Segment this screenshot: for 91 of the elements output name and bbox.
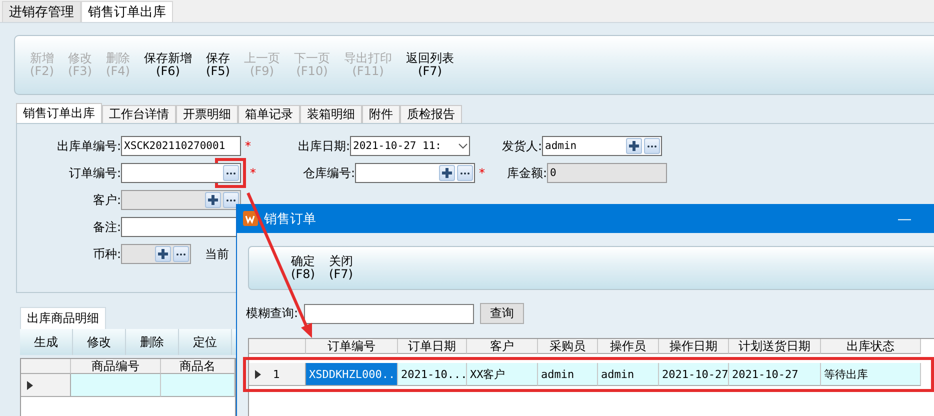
plus-icon <box>628 140 640 152</box>
ellipsis-icon <box>176 252 186 256</box>
search-field[interactable] <box>304 304 474 324</box>
ellipsis-icon <box>460 172 470 174</box>
readonly-field[interactable] <box>121 244 191 264</box>
toolbar-button[interactable]: 关闭 (F7) <box>329 255 367 281</box>
field-value: XSCK202110270001 <box>124 140 226 152</box>
add-button[interactable] <box>626 138 642 154</box>
column-header[interactable]: 订单编号 <box>306 339 398 354</box>
field-value: 0 <box>550 167 556 179</box>
ellipsis-button[interactable] <box>644 138 660 154</box>
detail-button[interactable]: 修改 <box>73 329 126 355</box>
field-label: 出库日期: <box>296 138 350 154</box>
column-header[interactable]: 操作日期 <box>659 339 729 354</box>
app-tab[interactable]: 销售订单出库 <box>81 1 173 22</box>
table-cell[interactable]: 2021-10-27 <box>659 363 729 386</box>
form-tab[interactable]: 工作台详情 <box>102 105 176 123</box>
input-field[interactable] <box>121 163 241 183</box>
table-cell[interactable]: admin <box>598 363 659 386</box>
input-field[interactable]: admin <box>542 136 662 156</box>
detail-tab[interactable]: 出库商品明细 <box>20 307 106 329</box>
detail-button[interactable]: 生成 <box>20 329 73 355</box>
plus-icon <box>441 167 453 179</box>
form-tab[interactable]: 质检报告 <box>400 105 462 123</box>
app-logo-icon <box>243 211 258 226</box>
search-label: 模糊查询: <box>246 305 298 322</box>
current-row-icon <box>27 380 33 390</box>
column-header[interactable]: 商品编号 <box>71 359 161 374</box>
add-button[interactable] <box>439 165 455 181</box>
readonly-field[interactable] <box>121 190 241 210</box>
required-label: * <box>244 139 252 153</box>
current-row-icon <box>255 370 261 378</box>
readonly-field[interactable]: 0 <box>547 163 667 183</box>
field-value: admin <box>545 140 577 152</box>
field-label: 库金额: <box>506 164 547 182</box>
app-tab[interactable]: 进销存管理 <box>2 1 81 22</box>
table-cell[interactable]: admin <box>538 363 598 386</box>
field-value: 2021-10-27 11: <box>353 140 442 152</box>
toolbar-button[interactable]: 保存新增 (F6) <box>137 52 199 78</box>
detail-button[interactable]: 定位 <box>179 329 232 355</box>
field-label: 币种: <box>92 246 121 262</box>
required-label: * <box>249 166 257 180</box>
add-button[interactable] <box>205 192 221 208</box>
field-label: 订单编号: <box>68 164 121 182</box>
field-label: 仓库编号: <box>302 164 355 182</box>
ellipsis-icon <box>226 198 236 202</box>
column-header[interactable]: 计划送货日期 <box>729 339 821 354</box>
column-header[interactable]: 客户 <box>467 339 538 354</box>
plus-icon <box>157 248 169 260</box>
table-cell[interactable]: 2021-10... <box>398 363 467 386</box>
form-tab[interactable]: 箱单记录 <box>238 105 300 123</box>
field-label: 备注: <box>92 218 121 236</box>
dialog-title: 销售订单 <box>264 210 317 228</box>
field-label: 客户: <box>92 192 121 208</box>
field-label: 当前 <box>205 246 230 262</box>
column-header[interactable]: 出库状态 <box>821 339 921 354</box>
ellipsis-button[interactable] <box>457 165 473 181</box>
row-header <box>249 339 306 354</box>
column-header[interactable]: 商品名 <box>161 359 235 374</box>
minimize-button[interactable]: — <box>892 210 917 227</box>
detail-button[interactable]: 删除 <box>126 329 179 355</box>
table-cell[interactable]: 等待出库 <box>821 363 921 386</box>
input-field[interactable]: 2021-10-27 11: <box>350 136 470 156</box>
table-cell[interactable]: XSDDKHZL000... <box>306 363 398 386</box>
ellipsis-button[interactable] <box>173 246 189 262</box>
input-field[interactable] <box>355 163 475 183</box>
form-tab[interactable]: 开票明细 <box>176 105 238 123</box>
column-header[interactable]: 操作员 <box>598 339 659 354</box>
toolbar-button[interactable]: 返回列表 (F7) <box>399 52 461 78</box>
table-cell[interactable]: XX客户 <box>467 363 538 386</box>
form-tab[interactable]: 装箱明细 <box>300 105 362 123</box>
input-field[interactable]: XSCK202110270001 <box>121 136 241 156</box>
ellipsis-button[interactable] <box>223 165 239 181</box>
toolbar-button[interactable]: 确定 (F8) <box>291 255 329 281</box>
ellipsis-button[interactable] <box>223 192 239 208</box>
chevron-down-icon <box>458 143 468 149</box>
add-button[interactable] <box>155 246 171 262</box>
table-cell[interactable]: 2021-10-27 <box>729 363 821 386</box>
plus-icon <box>207 194 219 206</box>
required-label: * <box>478 166 486 180</box>
form-tab[interactable]: 销售订单出库 <box>16 103 102 123</box>
search-button[interactable]: 查询 <box>480 303 524 324</box>
toolbar-button[interactable]: 保存 (F5) <box>199 52 237 78</box>
column-header[interactable]: 采购员 <box>538 339 598 354</box>
field-label: 出库单编号: <box>56 138 121 154</box>
form-tab[interactable]: 附件 <box>362 105 400 123</box>
ellipsis-icon <box>647 144 657 148</box>
row-number: 1 <box>273 368 280 380</box>
column-header[interactable]: 订单日期 <box>398 339 467 354</box>
field-label: 发货人: <box>500 138 542 154</box>
ellipsis-icon <box>226 172 236 174</box>
